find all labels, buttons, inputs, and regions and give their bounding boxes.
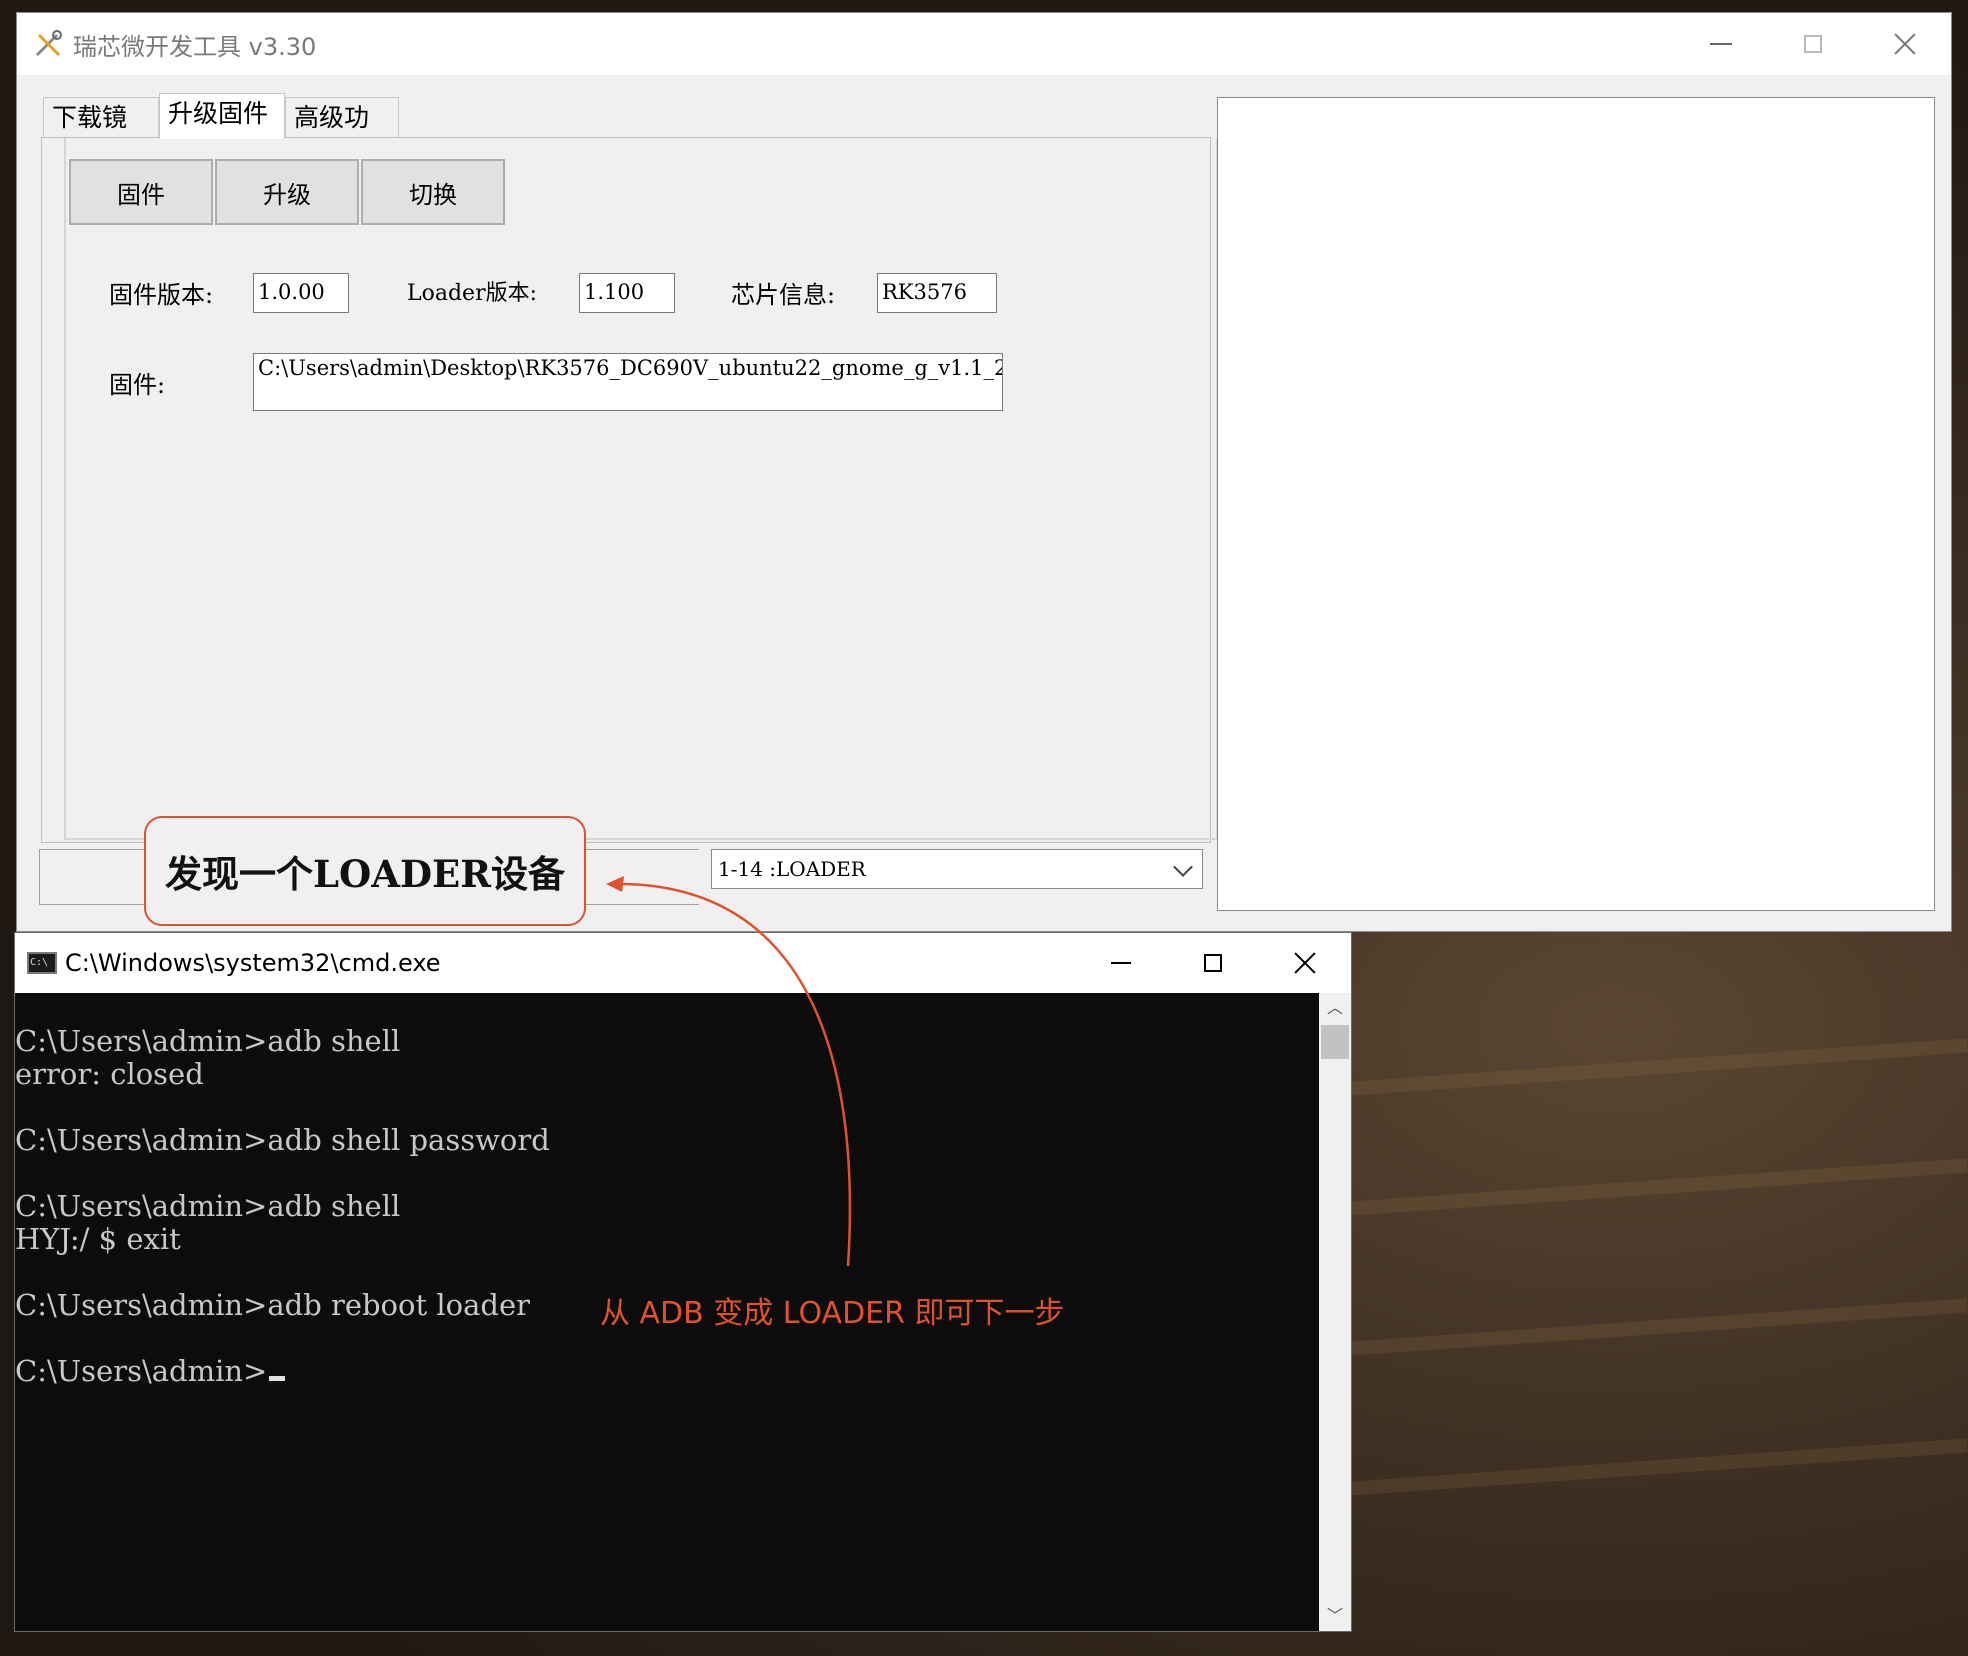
annotation-arrow [606, 876, 852, 1267]
tab-upgrade-firmware[interactable]: 升级固件 [159, 93, 285, 139]
annotation-note: 从 ADB 变成 LOADER 即可下一步 [600, 1296, 1065, 1331]
